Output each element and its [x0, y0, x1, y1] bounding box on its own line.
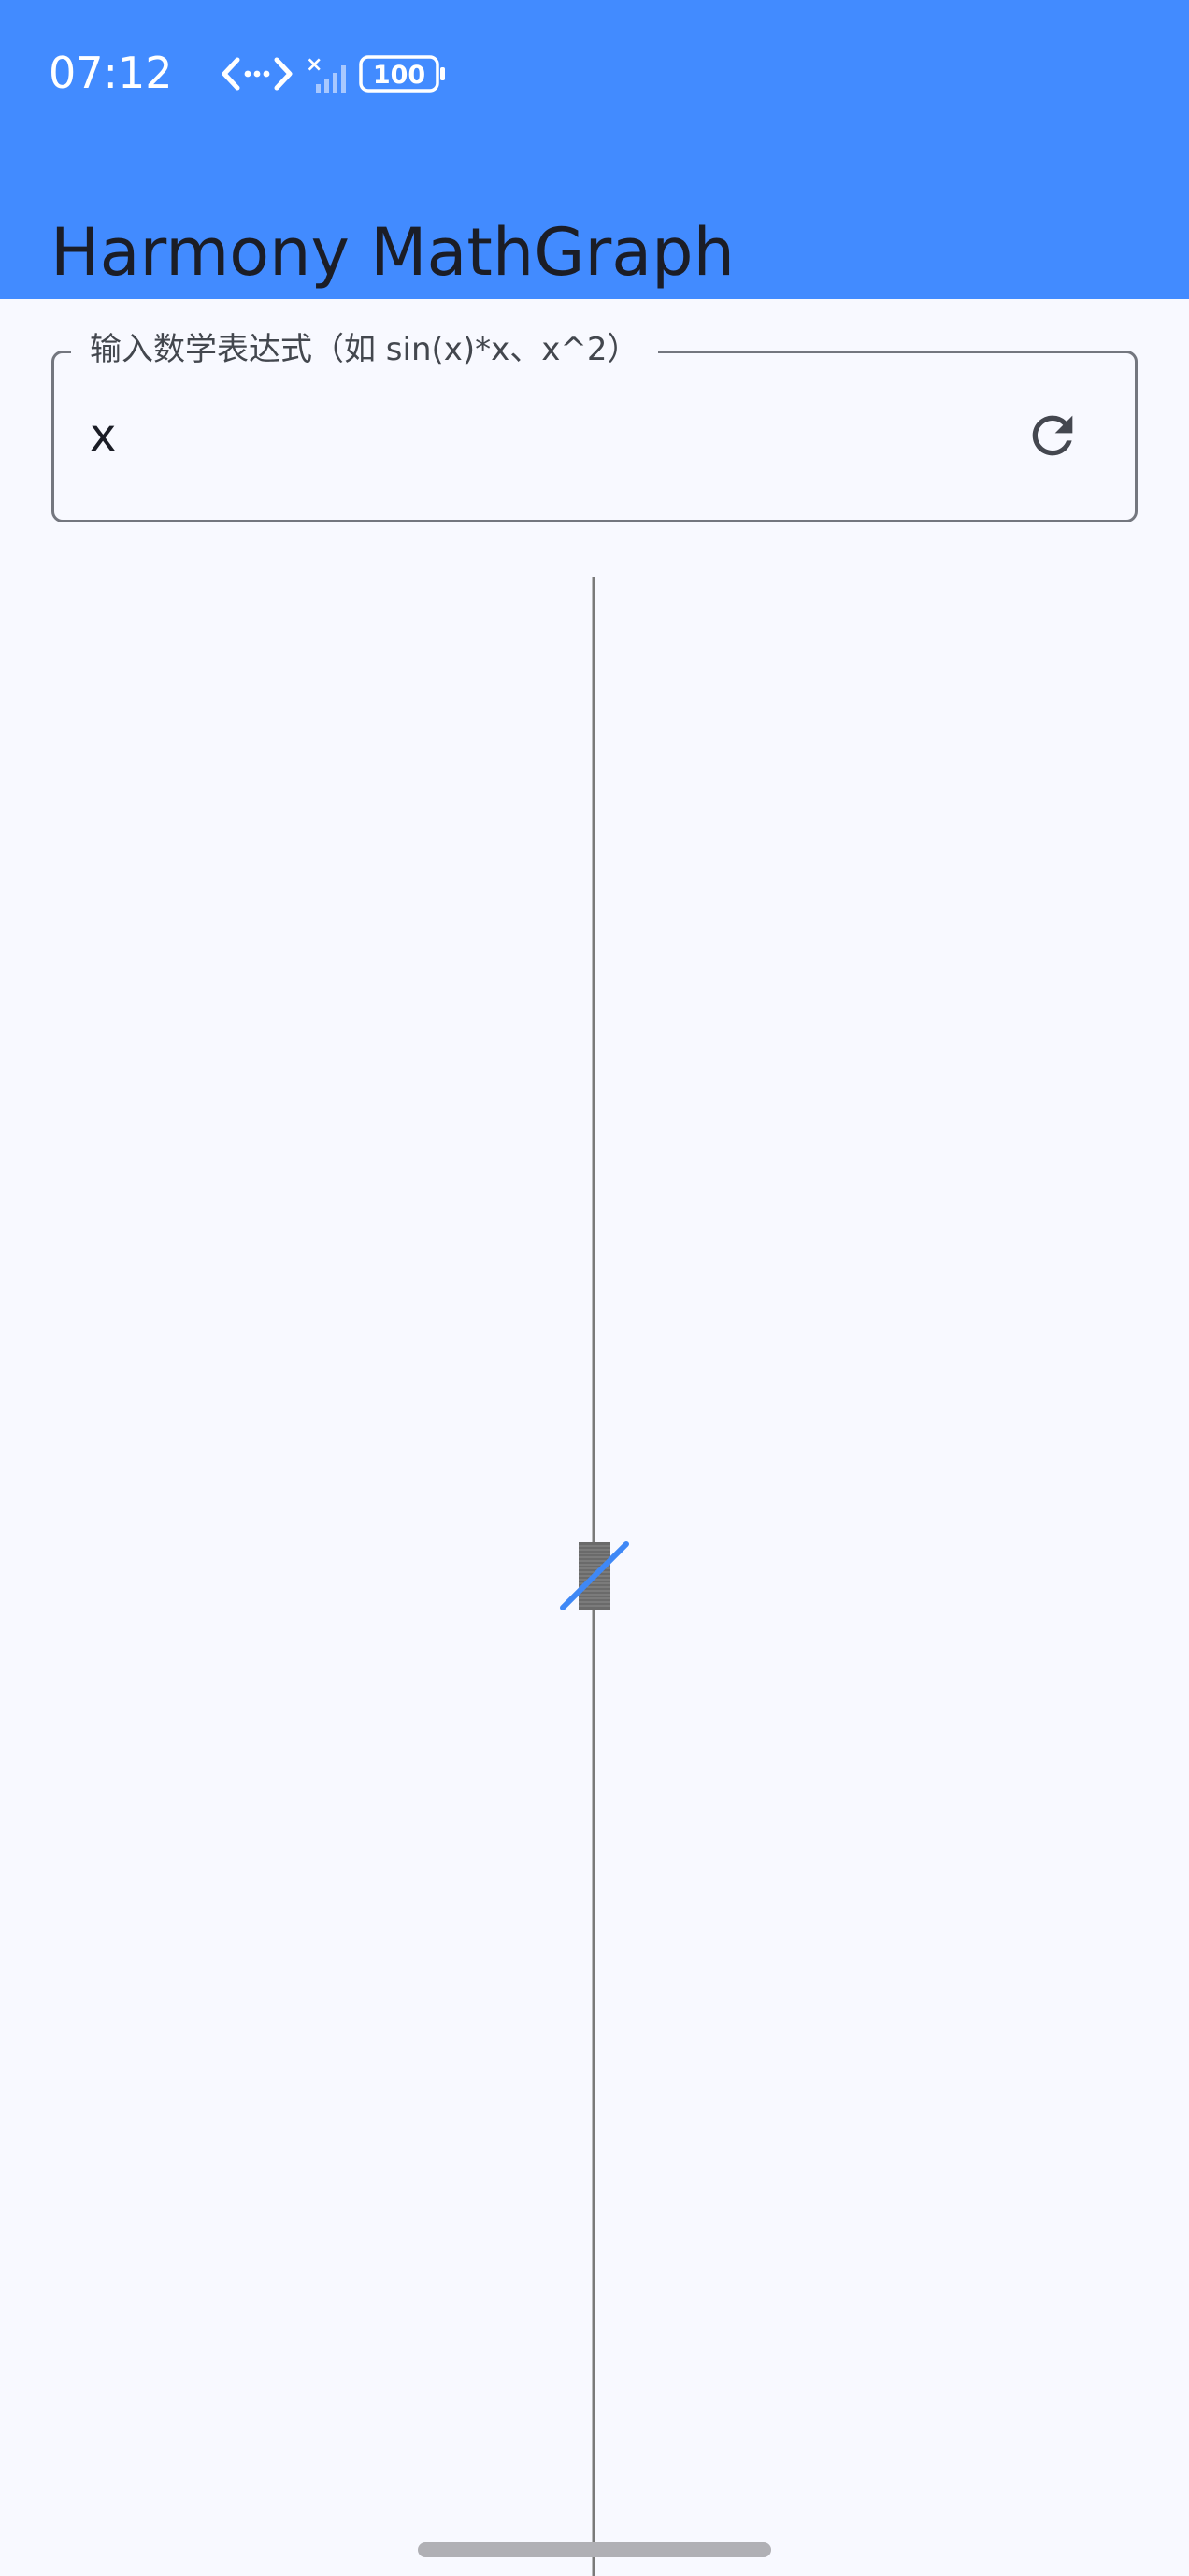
gesture-navigation-bar[interactable]: [418, 2542, 771, 2557]
expression-input[interactable]: x: [90, 408, 116, 464]
battery-icon: 100: [359, 55, 445, 93]
app-bar: 07:12 × 100 Harmony MathGraph: [0, 0, 1189, 299]
status-icons: × 100: [222, 53, 445, 93]
battery-level: 100: [373, 61, 425, 90]
reset-button[interactable]: [1008, 391, 1097, 480]
refresh-icon: [1032, 415, 1073, 456]
expression-label: 输入数学表达式（如 sin(x)*x、x^2）: [71, 322, 658, 378]
app-title: Harmony MathGraph: [50, 213, 735, 291]
cellular-signal-icon: ×: [306, 53, 346, 93]
svg-text:×: ×: [306, 53, 322, 77]
status-time: 07:12: [49, 48, 173, 98]
expression-field[interactable]: 输入数学表达式（如 sin(x)*x、x^2） x: [51, 322, 1138, 522]
function-graph[interactable]: [0, 561, 1189, 2576]
